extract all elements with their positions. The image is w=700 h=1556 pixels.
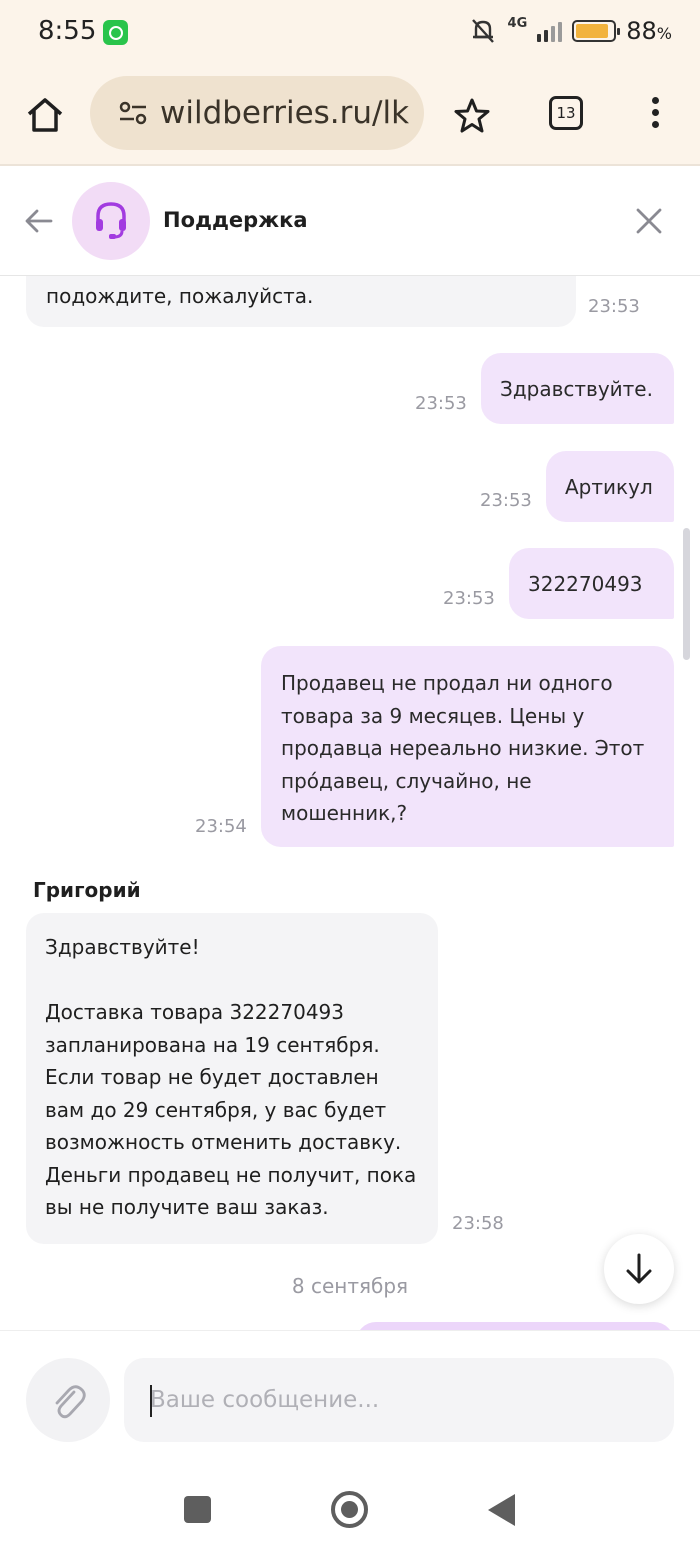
message-bubble-incoming: подождите, пожалуйста. — [26, 276, 576, 327]
message-line: возможность отменить доставку. — [45, 1130, 402, 1154]
message-bubble-outgoing: Артикул — [546, 451, 674, 522]
message-line: Доставка товара 322270493 — [45, 1000, 345, 1024]
paperclip-icon — [55, 1385, 86, 1419]
bookmark-star-icon[interactable] — [453, 97, 491, 135]
arrow-down-icon — [626, 1253, 652, 1284]
close-icon[interactable] — [634, 206, 664, 236]
message-bubble-outgoing: Продавец не продал ни одного товара за 9… — [261, 646, 674, 847]
message-input[interactable] — [124, 1358, 674, 1442]
message-bubble-incoming: Здравствуйте! Доставка товара 322270493 … — [26, 913, 438, 1244]
scrollbar-thumb[interactable] — [683, 528, 690, 660]
message-time: 23:53 — [443, 588, 495, 609]
message-bubble-outgoing: 322270493 — [509, 548, 674, 619]
message-line: про́давец, случайно, не — [281, 768, 532, 793]
message-line: Деньги продавец не получит, пока — [45, 1162, 417, 1187]
scroll-to-bottom-button[interactable] — [604, 1234, 674, 1304]
message-line: вам до 29 сентября, у вас будет — [45, 1097, 387, 1122]
signal-icon — [537, 20, 563, 42]
battery-fill — [576, 24, 608, 38]
mute-bell-icon — [471, 19, 494, 43]
chat-title: Поддержка — [163, 208, 308, 232]
message-time: 23:53 — [415, 393, 467, 414]
support-avatar — [72, 182, 150, 260]
message-time: 23:54 — [195, 816, 247, 837]
message-line: продавца нереально низкие. Этот — [281, 736, 645, 760]
back-button[interactable] — [488, 1494, 515, 1526]
battery-percent: 88% — [626, 17, 672, 45]
message-bubble-outgoing: Здравствуйте. — [481, 353, 674, 424]
message-text: подождите, пожалуйста. — [46, 284, 314, 308]
browser-menu-icon[interactable] — [650, 97, 660, 131]
message-time: 23:58 — [452, 1213, 504, 1234]
url-text: wildberries.ru/lk — [160, 95, 410, 131]
message-bubble-outgoing-partial — [356, 1322, 674, 1330]
whatsapp-notification-icon — [103, 20, 128, 45]
text-caret — [150, 1385, 152, 1417]
tabs-count-button[interactable]: 13 — [549, 96, 583, 130]
message-line: Если товар не будет доставлен — [45, 1065, 379, 1089]
attach-button[interactable] — [26, 1358, 110, 1442]
site-settings-icon[interactable] — [118, 98, 148, 128]
chat-header: Поддержка — [0, 166, 700, 276]
home-button[interactable] — [331, 1491, 368, 1528]
browser-toolbar: wildberries.ru/lk 13 — [0, 68, 700, 166]
message-composer — [0, 1330, 700, 1470]
sender-name: Григорий — [33, 878, 141, 902]
message-line: Продавец не продал ни одного — [281, 671, 613, 695]
battery-icon — [572, 20, 621, 42]
message-line: запланирована на 19 сентября. — [45, 1032, 380, 1057]
message-line: вы не получите ваш заказ. — [45, 1195, 329, 1219]
status-indicators: 4G 88% — [468, 15, 672, 45]
address-bar[interactable]: wildberries.ru/lk — [90, 76, 424, 150]
message-line: мошенник,? — [281, 801, 408, 825]
message-time: 23:53 — [588, 296, 640, 317]
date-separator: 8 сентября — [291, 1274, 409, 1298]
message-time: 23:53 — [480, 490, 532, 511]
message-list[interactable]: подождите, пожалуйста. 23:53 Здравствуйт… — [0, 276, 700, 1330]
network-type: 4G — [507, 15, 528, 31]
headset-icon — [96, 202, 126, 239]
back-arrow-icon[interactable] — [24, 206, 54, 236]
recents-button[interactable] — [184, 1496, 211, 1523]
message-line: Здравствуйте! — [45, 935, 200, 959]
status-time: 8:55 — [38, 16, 97, 46]
message-line: товара за 9 месяцев. Цены у — [281, 703, 585, 728]
home-icon[interactable] — [24, 94, 66, 136]
message-text: Артикул — [565, 475, 653, 499]
system-navigation-bar — [0, 1470, 700, 1556]
message-text: Здравствуйте. — [500, 377, 653, 401]
status-bar: 8:55 4G 88% — [0, 0, 700, 68]
message-text: 322270493 — [528, 572, 643, 596]
